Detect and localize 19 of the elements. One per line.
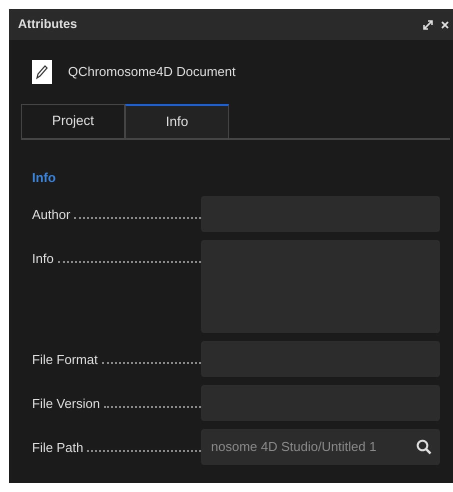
document-pencil-icon: [32, 60, 52, 84]
input-field[interactable]: [201, 196, 440, 232]
path-field[interactable]: nosome 4D Studio/Untitled 1: [201, 428, 440, 464]
tab[interactable]: Project: [21, 104, 125, 138]
field-label: Author: [32, 206, 70, 224]
expand-icon[interactable]: [423, 20, 433, 30]
text-area[interactable]: [201, 240, 440, 332]
panel-title: Attributes: [18, 16, 78, 34]
input-field[interactable]: [201, 340, 440, 376]
field-label: Info: [32, 250, 54, 268]
section-heading: Info: [32, 169, 57, 187]
input-field[interactable]: [201, 384, 440, 420]
field-label: File Path: [32, 438, 84, 456]
field-label: File Format: [32, 350, 98, 368]
field-label: File Version: [32, 394, 100, 412]
search-icon[interactable]: [416, 438, 432, 454]
close-icon[interactable]: [441, 20, 449, 28]
document-name: QChromosome4D Document: [68, 63, 236, 82]
tab[interactable]: Info: [125, 104, 229, 138]
